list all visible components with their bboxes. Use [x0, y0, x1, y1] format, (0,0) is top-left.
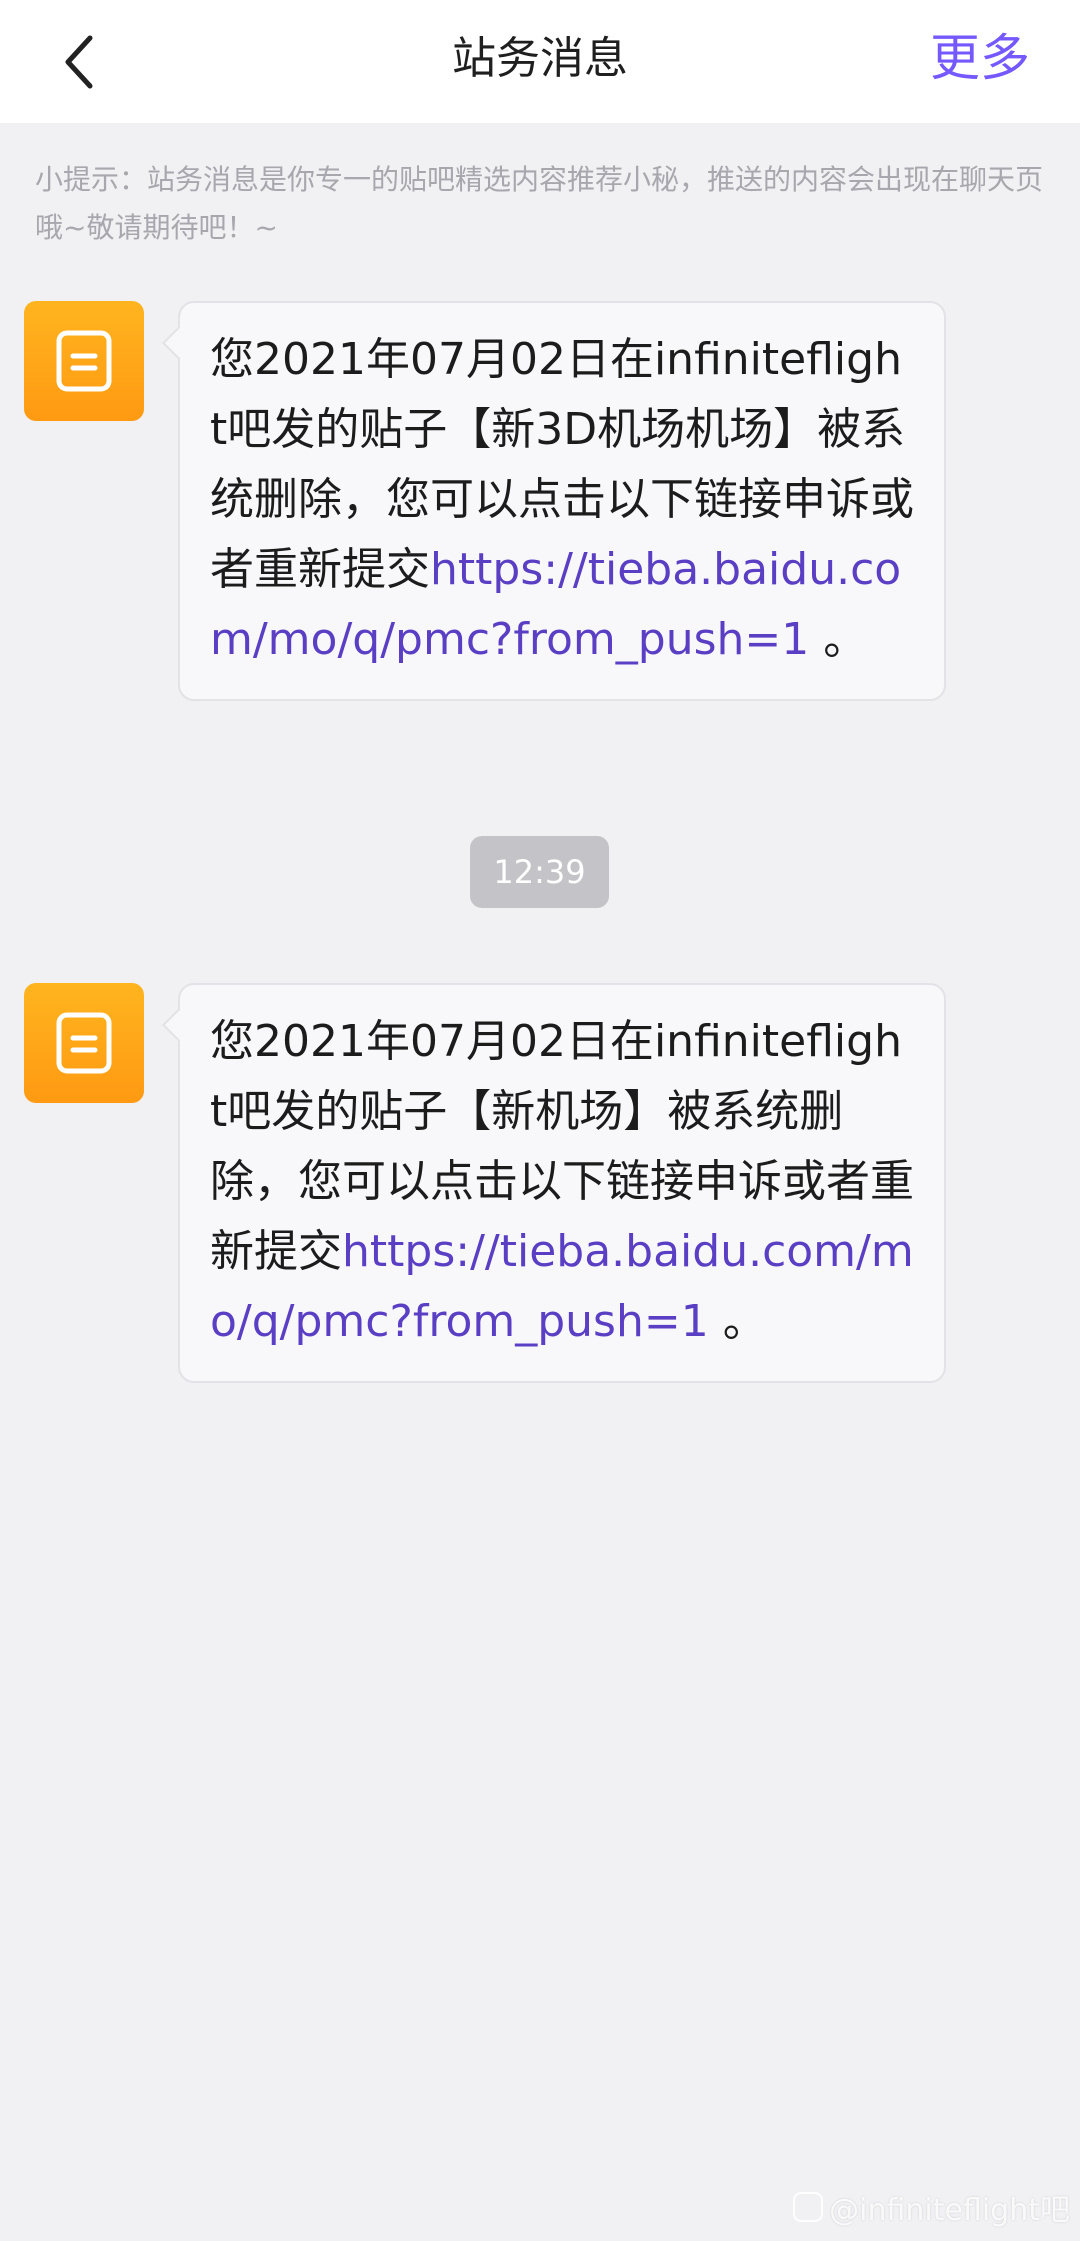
- top-navigation-bar: 站务消息 更多: [0, 0, 1080, 123]
- watermark-text: @infiniteflight吧: [829, 2193, 1070, 2228]
- message-bubble: 您2021年07月02日在infiniteflight吧发的贴子【新机场】被系统…: [178, 983, 946, 1383]
- notice-document-icon: [56, 330, 112, 392]
- message-suffix: 。: [809, 614, 868, 665]
- page-title: 站务消息: [452, 33, 628, 84]
- sender-avatar[interactable]: [24, 983, 144, 1103]
- sender-avatar[interactable]: [24, 301, 144, 421]
- message-suffix: 。: [708, 1296, 767, 1347]
- tieba-logo-icon: [793, 2192, 824, 2222]
- tip-text: 小提示：站务消息是你专一的贴吧精选内容推荐小秘，推送的内容会出现在聊天页哦~敬请…: [35, 163, 1044, 244]
- watermark: @infiniteflight吧: [793, 2185, 1070, 2229]
- notice-document-icon: [56, 1012, 112, 1074]
- message-bubble: 您2021年07月02日在infiniteflight吧发的贴子【新3D机场机场…: [178, 301, 946, 701]
- timestamp-badge: 12:39: [470, 836, 609, 908]
- more-button[interactable]: 更多: [930, 0, 1030, 123]
